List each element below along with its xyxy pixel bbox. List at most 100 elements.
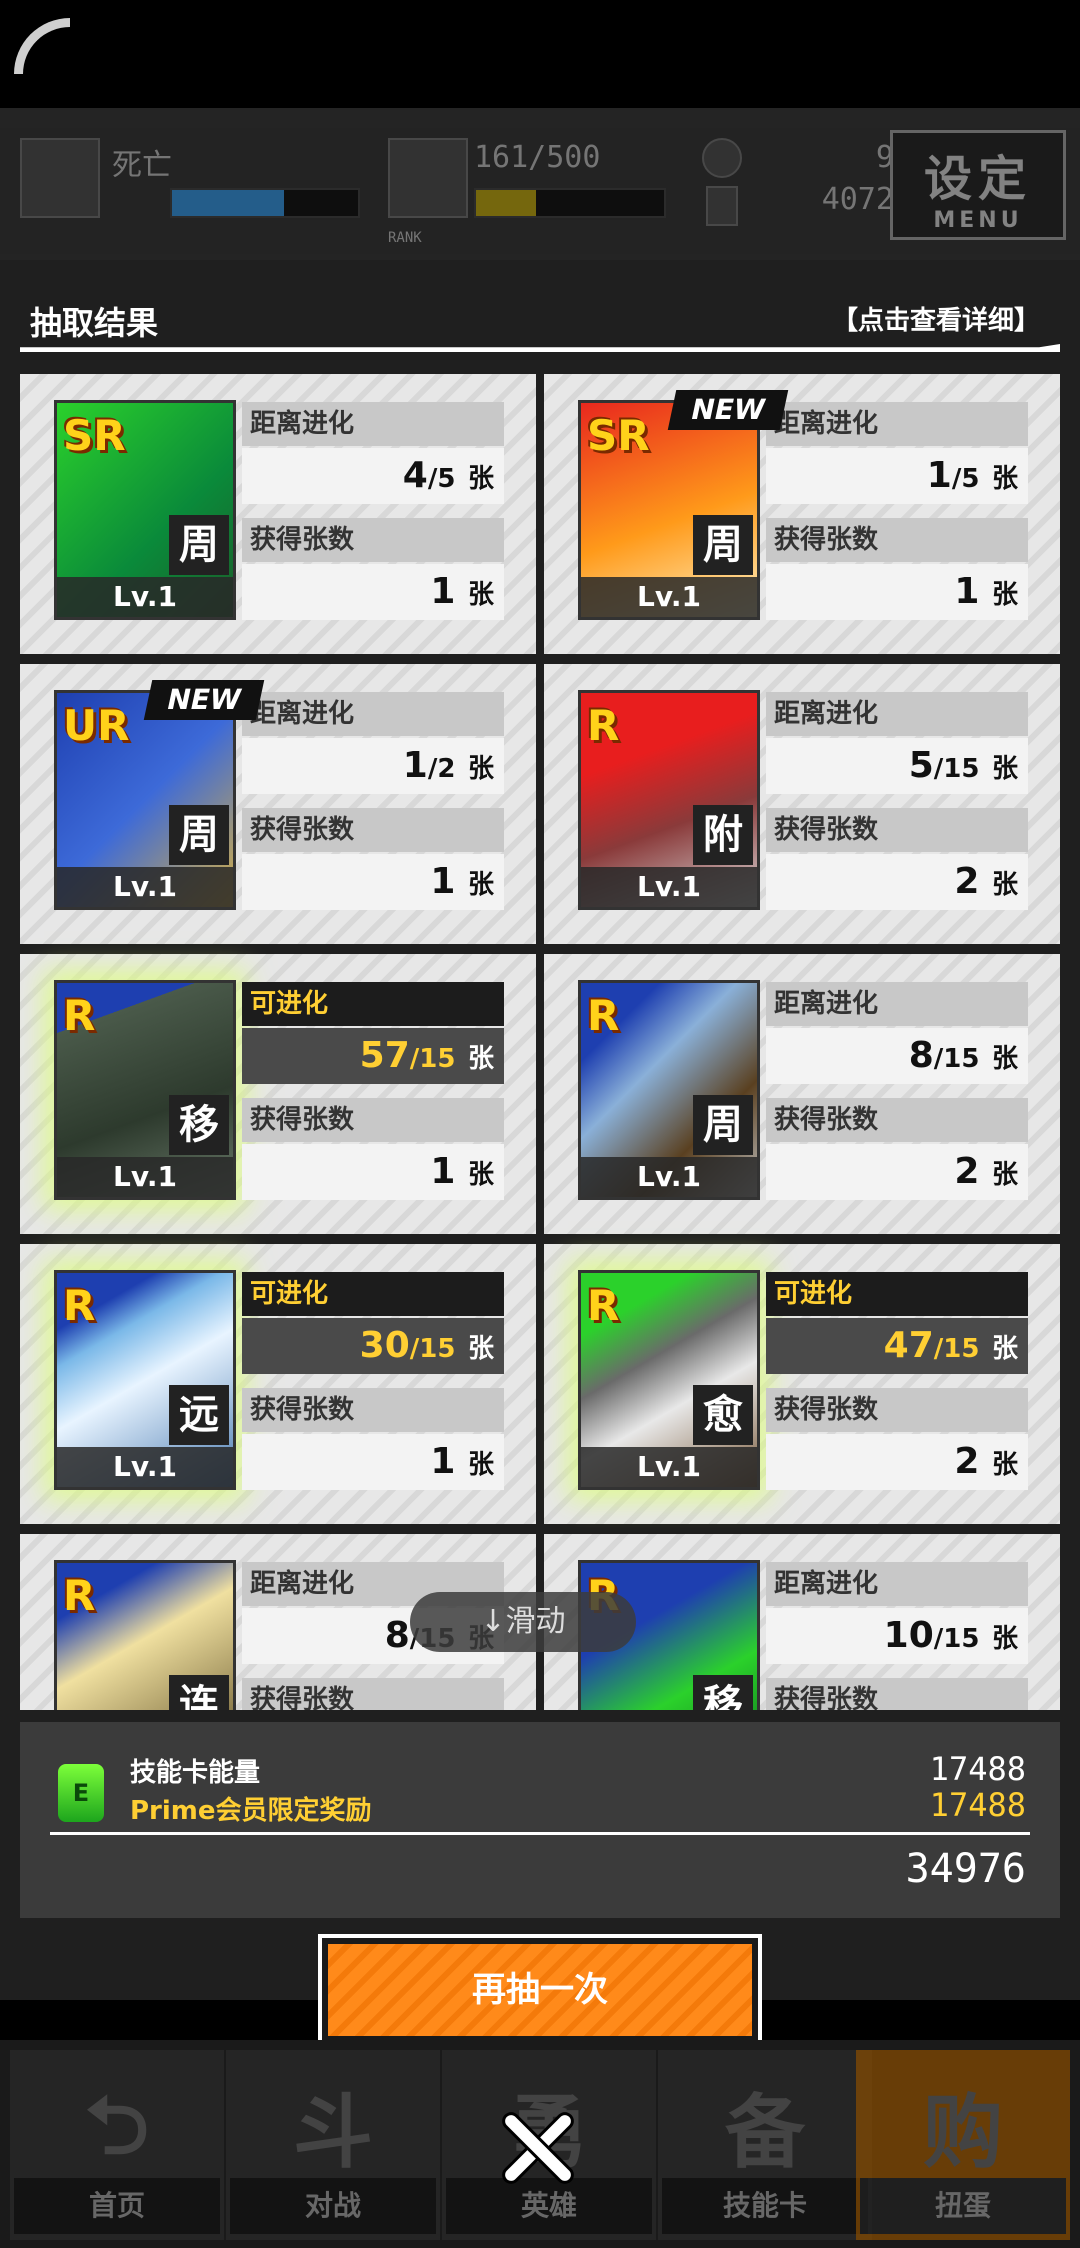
evolvable-label: 可进化 [766,1272,1028,1316]
progress-total: /5 [427,464,456,494]
card-type-kanji: 周 [169,515,229,575]
card-level: Lv.1 [57,577,233,617]
player-info: 死亡 [20,138,360,230]
rarity-badge: R [587,991,620,1040]
rarity-badge: R [63,1571,96,1620]
evolve-progress: 47/15 张 [766,1318,1028,1374]
count-unit: 张 [467,1450,494,1480]
loading-arc-icon [14,18,70,74]
result-card[interactable]: NEW SR 周 Lv.1 距离进化 1/5 张 获得张数 1 张 [544,374,1060,654]
rank-crown-icon [388,138,468,218]
card-thumbnail: SR 周 Lv.1 [54,400,236,620]
card-thumbnail: R 移 Lv.1 [54,980,236,1200]
result-card[interactable]: SR 周 Lv.1 距离进化 4/5 张 获得张数 1 张 [20,374,536,654]
rarity-badge: SR [587,411,650,460]
card-thumbnail: R 附 Lv.1 [578,690,760,910]
menu-button[interactable]: 设定 MENU [890,130,1066,240]
currency-info: 98 40722 [702,138,912,230]
rank-progress: 161/500 [474,140,601,175]
new-badge: NEW [667,390,789,430]
nav-gacha[interactable]: 购 扭蛋 [856,2050,1070,2240]
card-type-kanji: 周 [169,805,229,865]
progress-current: 8 [384,1615,410,1656]
obtained-count: 2 张 [766,1144,1028,1200]
gacha-icon: 购 [923,2086,1003,2179]
obtained-count: 2 张 [766,1434,1028,1490]
count-unit: 张 [467,1160,494,1190]
progress-unit: 张 [991,754,1018,784]
evolve-label: 距离进化 [766,692,1028,736]
nav-home[interactable]: ⮌ 首页 [10,2050,224,2240]
draw-again-label: 再抽一次 [328,1944,752,2036]
result-card[interactable]: R 愈 Lv.1 可进化 47/15 张 获得张数 2 张 [544,1244,1060,1524]
card-type-kanji: 愈 [693,1385,753,1445]
evolve-progress: 30/15 张 [242,1318,504,1374]
progress-current: 1 [402,745,428,786]
player-emblem-icon [20,138,100,218]
obtained-count: 1 张 [766,564,1028,620]
card-results-grid[interactable]: SR 周 Lv.1 距离进化 4/5 张 获得张数 1 张 NEW SR 周 L… [20,374,1060,1710]
progress-current: 47 [883,1325,934,1366]
result-card[interactable]: R 附 Lv.1 距离进化 5/15 张 获得张数 2 张 [544,664,1060,944]
count-value: 2 [954,1151,980,1192]
obtained-label: 获得张数 [766,808,1028,852]
progress-current: 8 [908,1035,934,1076]
evolve-label: 距离进化 [766,1562,1028,1606]
card-level: Lv.1 [57,867,233,907]
card-level: Lv.1 [581,1157,757,1197]
obtained-count: 1 张 [242,1434,504,1490]
card-level: Lv.1 [57,1447,233,1487]
progress-unit: 张 [467,1334,494,1364]
energy-small-icon [706,186,738,226]
close-icon[interactable] [498,2108,578,2188]
dialog-title: 抽取结果 [30,304,159,342]
evolve-label: 距离进化 [242,402,504,446]
progress-total: /2 [427,754,456,784]
result-card[interactable]: NEW UR 周 Lv.1 距离进化 1/2 张 获得张数 1 张 [20,664,536,944]
count-unit: 张 [991,1450,1018,1480]
card-thumbnail: R 周 Lv.1 [578,980,760,1200]
evolve-progress: 1/2 张 [242,738,504,794]
title-divider [20,344,1060,352]
new-badge: NEW [143,680,265,720]
energy-value: 17488 [929,1750,1026,1788]
progress-total: /5 [951,464,980,494]
result-card[interactable]: R 周 Lv.1 距离进化 8/15 张 获得张数 2 张 [544,954,1060,1234]
count-unit: 张 [467,870,494,900]
progress-unit: 张 [991,464,1018,494]
player-name: 死亡 [112,148,172,183]
gacha-result-dialog: 抽取结果 【点击查看详细】 SR 周 Lv.1 距离进化 4/5 张 获得张数 … [0,260,1080,2046]
player-exp-bar [170,188,360,218]
count-value: 1 [430,1441,456,1482]
summary-divider [50,1832,1030,1835]
obtained-label: 获得张数 [242,1388,504,1432]
rarity-badge: UR [63,701,130,750]
prime-bonus-label: Prime会员限定奖励 [130,1796,372,1826]
view-details-link[interactable]: 【点击查看详细】 [832,300,1040,337]
evolve-progress: 57/15 张 [242,1028,504,1084]
progress-current: 5 [908,745,934,786]
draw-again-button[interactable]: 再抽一次 [318,1934,762,2046]
progress-current: 1 [926,455,952,496]
result-card[interactable]: R 远 Lv.1 可进化 30/15 张 获得张数 1 张 [20,1244,536,1524]
progress-total: /15 [933,1044,980,1074]
player-header: 死亡 161/500 RANK 98 40722 设定 MENU [0,108,1080,260]
energy-summary: E 技能卡能量 Prime会员限定奖励 17488 17488 34976 [20,1722,1060,1918]
menu-button-label: 设定 [923,151,1032,207]
energy-total: 34976 [905,1846,1026,1892]
card-type-kanji: 移 [169,1095,229,1155]
result-card[interactable]: R 移 Lv.1 可进化 57/15 张 获得张数 1 张 [20,954,536,1234]
progress-unit: 张 [467,754,494,784]
rarity-badge: R [587,1281,620,1330]
progress-total: /15 [933,1334,980,1364]
coin-icon [702,138,742,178]
evolve-label: 距离进化 [242,692,504,736]
progress-current: 4 [402,455,428,496]
nav-battle[interactable]: 斗 对战 [226,2050,440,2240]
gamepad-icon: 斗 [293,2086,373,2179]
nav-home-label: 首页 [14,2178,220,2234]
count-value: 1 [430,861,456,902]
nav-skill-cards[interactable]: 备 技能卡 [658,2050,872,2240]
progress-current: 57 [359,1035,410,1076]
progress-unit: 张 [467,1044,494,1074]
